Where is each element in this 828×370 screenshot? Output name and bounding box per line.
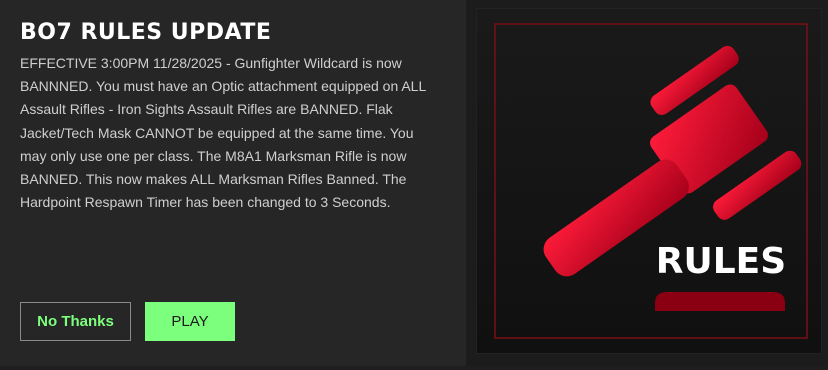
dialog-image-panel: RULES: [466, 0, 828, 366]
no-thanks-button[interactable]: No Thanks: [20, 302, 131, 341]
rules-label: RULES: [656, 241, 786, 282]
dialog-content: BO7 RULES UPDATE EFFECTIVE 3:00PM 11/28/…: [0, 0, 466, 366]
dialog-title: BO7 RULES UPDATE: [20, 20, 272, 45]
gavel-icon: RULES: [477, 9, 821, 353]
rules-update-dialog: BO7 RULES UPDATE EFFECTIVE 3:00PM 11/28/…: [0, 0, 828, 366]
dialog-body: EFFECTIVE 3:00PM 11/28/2025 - Gunfighter…: [20, 55, 426, 211]
background-strip: [0, 366, 828, 370]
rules-image: RULES: [477, 9, 821, 353]
play-button[interactable]: PLAY: [145, 302, 235, 341]
